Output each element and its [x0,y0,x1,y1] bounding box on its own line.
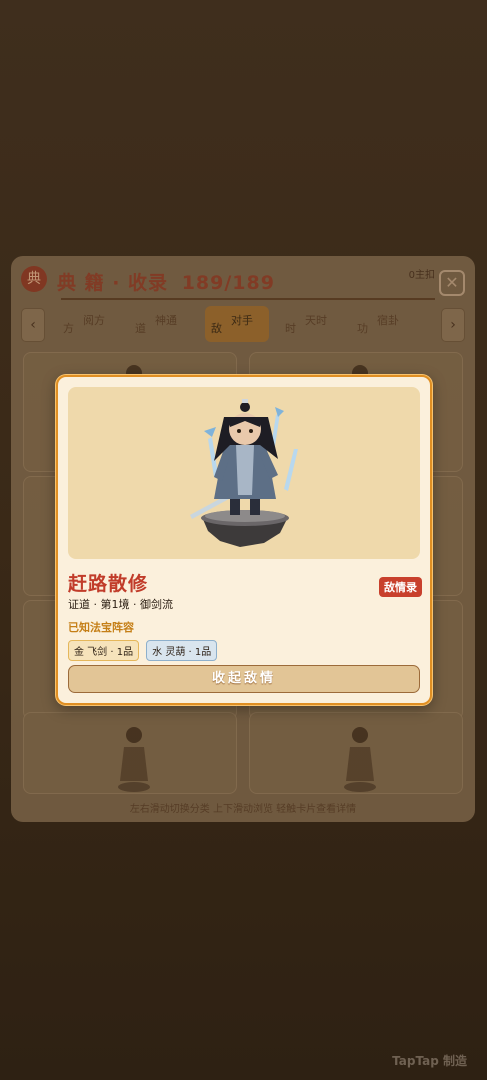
tab-glyph: 道 [135,322,146,335]
codex-title: 典 籍 · 收录 189/189 [57,268,275,295]
enemy-figure-icon [118,727,150,792]
tab-glyph: 功 [357,322,368,335]
tab-shentong[interactable]: 道 神通 [129,306,193,342]
formation-label: 已知法宝阵容 [68,621,134,634]
codex-count: 189/189 [181,272,275,294]
taptap-watermark: TapTap 制造 [392,1054,467,1068]
collapse-intel-button[interactable]: 收起敌情 [68,665,420,693]
tab-duishou[interactable]: 敌 对手 [205,306,269,342]
tab-glyph: 方 [63,322,74,335]
treasure-tags: 金 飞剑 · 1品 水 灵葫 · 1品 [68,640,219,661]
tab-sugua[interactable]: 功 宿卦 [351,306,415,342]
enemy-meta: 证道 · 第1境 · 御剑流 [68,598,173,611]
codex-header: 典 典 籍 · 收录 189/189 0主扣 ✕ [11,256,475,302]
enemy-detail-modal: 赶路散修 敌情录 证道 · 第1境 · 御剑流 已知法宝阵容 金 飞剑 · 1品… [56,375,432,705]
tab-arrow-right-button[interactable]: › [441,308,465,342]
codex-divider [61,298,435,300]
tab-label: 天时 [305,314,327,327]
codex-title-text: 典 籍 · 收录 [57,272,169,294]
tab-glyph: 敌 [211,322,222,335]
close-icon[interactable]: ✕ [439,270,465,296]
codex-master-label: 0主扣 [408,270,435,281]
tab-label: 宿卦 [377,314,399,327]
enemy-name: 赶路散修 [68,573,149,595]
enemy-card[interactable] [23,712,237,794]
enemy-figure-icon [344,727,376,792]
tab-yuefang[interactable]: 方 阅方 [57,306,121,342]
tab-label: 对手 [231,314,253,327]
tab-arrow-left-button[interactable]: ‹ [21,308,45,342]
tab-label: 神通 [155,314,177,327]
tab-glyph: 时 [285,322,296,335]
tab-label: 阅方 [83,314,105,327]
enemy-portrait [68,387,420,559]
codex-hint: 左右滑动切换分类 上下滑动浏览 轻触卡片查看详情 [129,804,357,815]
swordsman-portrait-icon [190,399,298,547]
tab-tianshi[interactable]: 时 天时 [279,306,343,342]
codex-logo: 典 [21,266,47,292]
treasure-tag-spirit-gourd[interactable]: 水 灵葫 · 1品 [146,640,218,661]
treasure-tag-flying-sword[interactable]: 金 飞剑 · 1品 [68,640,140,661]
intel-record-button[interactable]: 敌情录 [379,577,422,597]
enemy-card[interactable] [249,712,463,794]
